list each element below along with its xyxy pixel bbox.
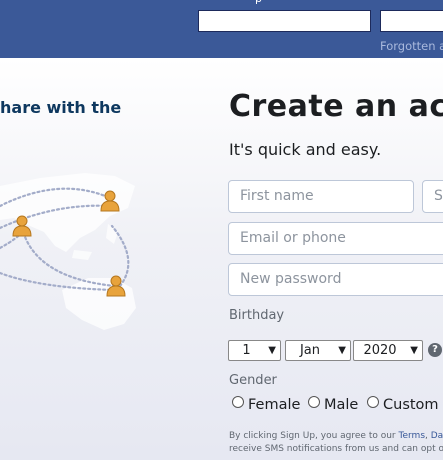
chevron-down-icon: ▼ [338,345,346,356]
login-password-input[interactable] [380,10,443,32]
terms-text: By clicking Sign Up, you agree to our Te… [229,430,443,456]
chevron-down-icon: ▼ [268,345,276,356]
radio-female[interactable] [232,396,244,408]
surname-input[interactable]: Su [422,180,443,213]
radio-custom[interactable] [367,396,379,408]
birthday-year-select[interactable]: 2020 ▼ [353,340,423,361]
gender-option-male[interactable]: Male [308,396,358,413]
first-name-placeholder: First name [240,188,314,204]
gender-custom-label: Custom [383,397,439,413]
main-content: hare with the Create an acco It's [0,58,443,460]
password-placeholder: New password [240,271,342,287]
tagline: hare with the [0,98,122,117]
gender-male-label: Male [324,397,359,413]
chevron-down-icon: ▼ [410,345,418,356]
map-continent-australia [62,278,136,330]
radio-male[interactable] [308,396,320,408]
birthday-month-value: Jan [299,343,321,358]
birthday-label: Birthday [229,308,285,323]
email-or-phone-input[interactable]: Email or phone [228,222,443,255]
birthday-day-select[interactable]: 1 ▼ [228,340,281,361]
create-account-title: Create an acco [229,89,443,124]
top-bar: p Forgotten a [0,0,443,58]
gender-female-label: Female [248,397,301,413]
signup-subtitle: It's quick and easy. [229,140,382,159]
login-label: p [255,0,262,5]
gender-option-custom[interactable]: Custom [367,396,439,413]
first-name-input[interactable]: First name [228,180,414,213]
birthday-month-select[interactable]: Jan ▼ [285,340,351,361]
terms-link[interactable]: Terms [399,431,426,441]
surname-placeholder: Su [434,188,443,204]
birthday-help-icon[interactable]: ? [428,343,442,357]
gender-option-female[interactable]: Female [232,396,300,413]
birthday-day-value: 1 [242,343,251,358]
world-map-illustration [0,173,136,330]
email-placeholder: Email or phone [240,230,346,246]
terms-prefix: By clicking Sign Up, you agree to our [229,431,399,441]
data-policy-link[interactable]: Data [431,431,443,441]
terms-line-2: receive SMS notifications from us and ca… [229,444,443,454]
new-password-input[interactable]: New password [228,263,443,296]
login-email-input[interactable] [198,10,371,32]
forgotten-account-link[interactable]: Forgotten a [380,39,443,53]
gender-label: Gender [229,373,277,388]
birthday-year-value: 2020 [363,343,397,358]
